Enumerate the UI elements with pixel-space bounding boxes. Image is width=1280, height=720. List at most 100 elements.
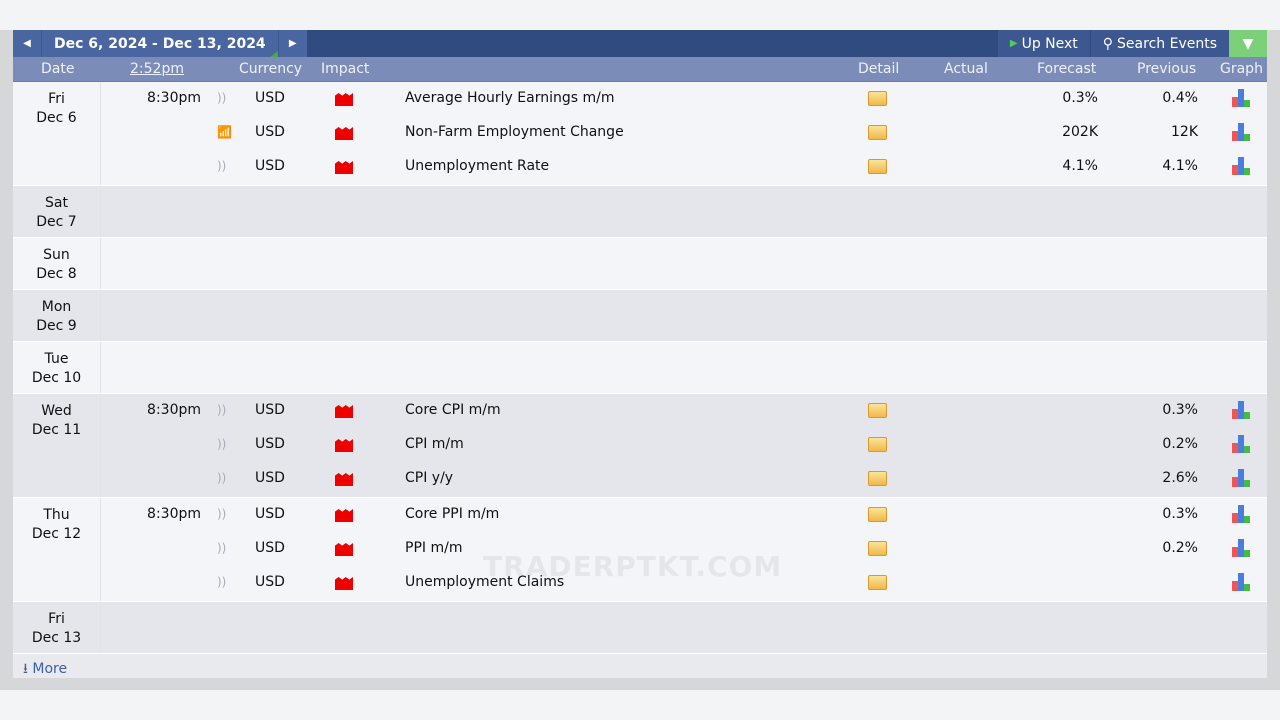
event-name[interactable]: Non-Farm Employment Change bbox=[405, 124, 624, 140]
event-name[interactable]: Unemployment Rate bbox=[405, 158, 549, 174]
event-currency: USD bbox=[255, 574, 285, 590]
event-previous: 0.2% bbox=[1162, 436, 1198, 452]
day-group: Mon Dec 9 bbox=[13, 290, 1267, 342]
event-previous: 0.4% bbox=[1162, 90, 1198, 106]
up-next-label: Up Next bbox=[1021, 35, 1078, 52]
watermark: TRADERPTKT.COM bbox=[483, 550, 783, 583]
day-of-week: Sun bbox=[43, 247, 70, 263]
graph-icon[interactable] bbox=[1232, 435, 1252, 453]
sound-icon[interactable]: )) bbox=[217, 575, 226, 589]
event-currency: USD bbox=[255, 90, 285, 106]
day-of-week: Thu bbox=[43, 507, 70, 523]
day-of-week: Mon bbox=[41, 299, 72, 315]
more-link[interactable]: ⭳ More bbox=[13, 654, 1267, 678]
folder-icon[interactable] bbox=[868, 403, 887, 418]
sound-icon[interactable]: )) bbox=[217, 471, 226, 485]
event-row[interactable]: 8:30pm )) USD Core PPI m/m 0.3% bbox=[101, 498, 1267, 532]
sound-icon[interactable]: )) bbox=[217, 507, 226, 521]
search-icon: ⚲ bbox=[1102, 35, 1114, 52]
toolbar: ◀ Dec 6, 2024 - Dec 13, 2024 ▶ ▶ Up Next … bbox=[13, 30, 1267, 57]
filter-button[interactable]: ▼ bbox=[1229, 30, 1267, 57]
event-currency: USD bbox=[255, 540, 285, 556]
graph-icon[interactable] bbox=[1232, 505, 1252, 523]
event-row[interactable]: 📶 USD Non-Farm Employment Change 202K 12… bbox=[101, 116, 1267, 150]
graph-icon[interactable] bbox=[1232, 539, 1252, 557]
day-of-week: Fri bbox=[48, 611, 65, 627]
col-impact: Impact bbox=[321, 61, 370, 77]
wifi-icon[interactable]: 📶 bbox=[217, 125, 232, 139]
event-forecast: 202K bbox=[1062, 124, 1098, 140]
event-row[interactable]: 8:30pm )) USD Core CPI m/m 0.3% bbox=[101, 394, 1267, 428]
day-group: Wed Dec 11 8:30pm )) USD Core CPI m/m 0.3%… bbox=[13, 394, 1267, 498]
graph-icon[interactable] bbox=[1232, 123, 1252, 141]
event-name[interactable]: CPI m/m bbox=[405, 436, 464, 452]
more-label: More bbox=[32, 661, 68, 677]
graph-icon[interactable] bbox=[1232, 157, 1252, 175]
event-name[interactable]: CPI y/y bbox=[405, 470, 453, 486]
col-graph: Graph bbox=[1220, 61, 1263, 77]
event-row[interactable]: )) USD CPI m/m 0.2% bbox=[101, 428, 1267, 462]
high-impact-icon bbox=[335, 161, 353, 174]
event-previous: 0.3% bbox=[1162, 402, 1198, 418]
graph-icon[interactable] bbox=[1232, 401, 1252, 419]
event-currency: USD bbox=[255, 124, 285, 140]
high-impact-icon bbox=[335, 405, 353, 418]
up-next-button[interactable]: ▶ Up Next bbox=[996, 30, 1090, 57]
event-currency: USD bbox=[255, 506, 285, 522]
folder-icon[interactable] bbox=[868, 159, 887, 174]
day-date: Dec 6 bbox=[36, 110, 77, 126]
day-date: Dec 10 bbox=[31, 370, 82, 386]
event-currency: USD bbox=[255, 470, 285, 486]
day-group: Tue Dec 10 bbox=[13, 342, 1267, 394]
next-week-button[interactable]: ▶ bbox=[278, 30, 307, 57]
prev-week-button[interactable]: ◀ bbox=[13, 30, 41, 57]
date-cell: Sat Dec 7 bbox=[13, 186, 101, 237]
graph-icon[interactable] bbox=[1232, 89, 1252, 107]
sound-icon[interactable]: )) bbox=[217, 91, 226, 105]
graph-icon[interactable] bbox=[1232, 469, 1252, 487]
folder-icon[interactable] bbox=[868, 471, 887, 486]
event-name[interactable]: Average Hourly Earnings m/m bbox=[405, 90, 614, 106]
event-previous: 0.3% bbox=[1162, 506, 1198, 522]
sound-icon[interactable]: )) bbox=[217, 437, 226, 451]
event-name[interactable]: Core PPI m/m bbox=[405, 506, 499, 522]
event-previous: 2.6% bbox=[1162, 470, 1198, 486]
event-row[interactable]: )) USD CPI y/y 2.6% bbox=[101, 462, 1267, 496]
folder-icon[interactable] bbox=[868, 541, 887, 556]
day-of-week: Wed bbox=[41, 403, 72, 419]
day-group: Sun Dec 8 bbox=[13, 238, 1267, 290]
col-time[interactable]: 2:52pm bbox=[130, 61, 184, 77]
folder-icon[interactable] bbox=[868, 437, 887, 452]
sound-icon[interactable]: )) bbox=[217, 403, 226, 417]
folder-icon[interactable] bbox=[868, 575, 887, 590]
high-impact-icon bbox=[335, 93, 353, 106]
play-icon: ▶ bbox=[1009, 38, 1018, 49]
col-actual: Actual bbox=[944, 61, 988, 77]
event-previous: 12K bbox=[1171, 124, 1198, 140]
date-cell: Wed Dec 11 bbox=[13, 394, 101, 497]
sound-icon[interactable]: )) bbox=[217, 159, 226, 173]
event-name[interactable]: PPI m/m bbox=[405, 540, 462, 556]
high-impact-icon bbox=[335, 543, 353, 556]
event-row[interactable]: )) USD Unemployment Rate 4.1% 4.1% bbox=[101, 150, 1267, 184]
download-icon: ⭳ bbox=[23, 661, 28, 677]
event-time: 8:30pm bbox=[147, 90, 201, 106]
event-name[interactable]: Core CPI m/m bbox=[405, 402, 501, 418]
search-events-button[interactable]: ⚲ Search Events bbox=[1089, 30, 1229, 57]
sound-icon[interactable]: )) bbox=[217, 541, 226, 555]
graph-icon[interactable] bbox=[1232, 573, 1252, 591]
day-group: Fri Dec 6 8:30pm )) USD Average Hourly Ear… bbox=[13, 82, 1267, 186]
search-label: Search Events bbox=[1117, 35, 1217, 52]
day-date: Dec 8 bbox=[36, 266, 77, 282]
event-previous: 0.2% bbox=[1162, 540, 1198, 556]
high-impact-icon bbox=[335, 577, 353, 590]
calendar-panel: ◀ Dec 6, 2024 - Dec 13, 2024 ▶ ▶ Up Next … bbox=[13, 30, 1267, 678]
col-previous: Previous bbox=[1137, 61, 1197, 77]
date-cell: Tue Dec 10 bbox=[13, 342, 101, 393]
date-range[interactable]: Dec 6, 2024 - Dec 13, 2024 bbox=[41, 30, 279, 57]
folder-icon[interactable] bbox=[868, 125, 887, 140]
folder-icon[interactable] bbox=[868, 507, 887, 522]
folder-icon[interactable] bbox=[868, 91, 887, 106]
high-impact-icon bbox=[335, 439, 353, 452]
event-row[interactable]: 8:30pm )) USD Average Hourly Earnings m/… bbox=[101, 82, 1267, 116]
